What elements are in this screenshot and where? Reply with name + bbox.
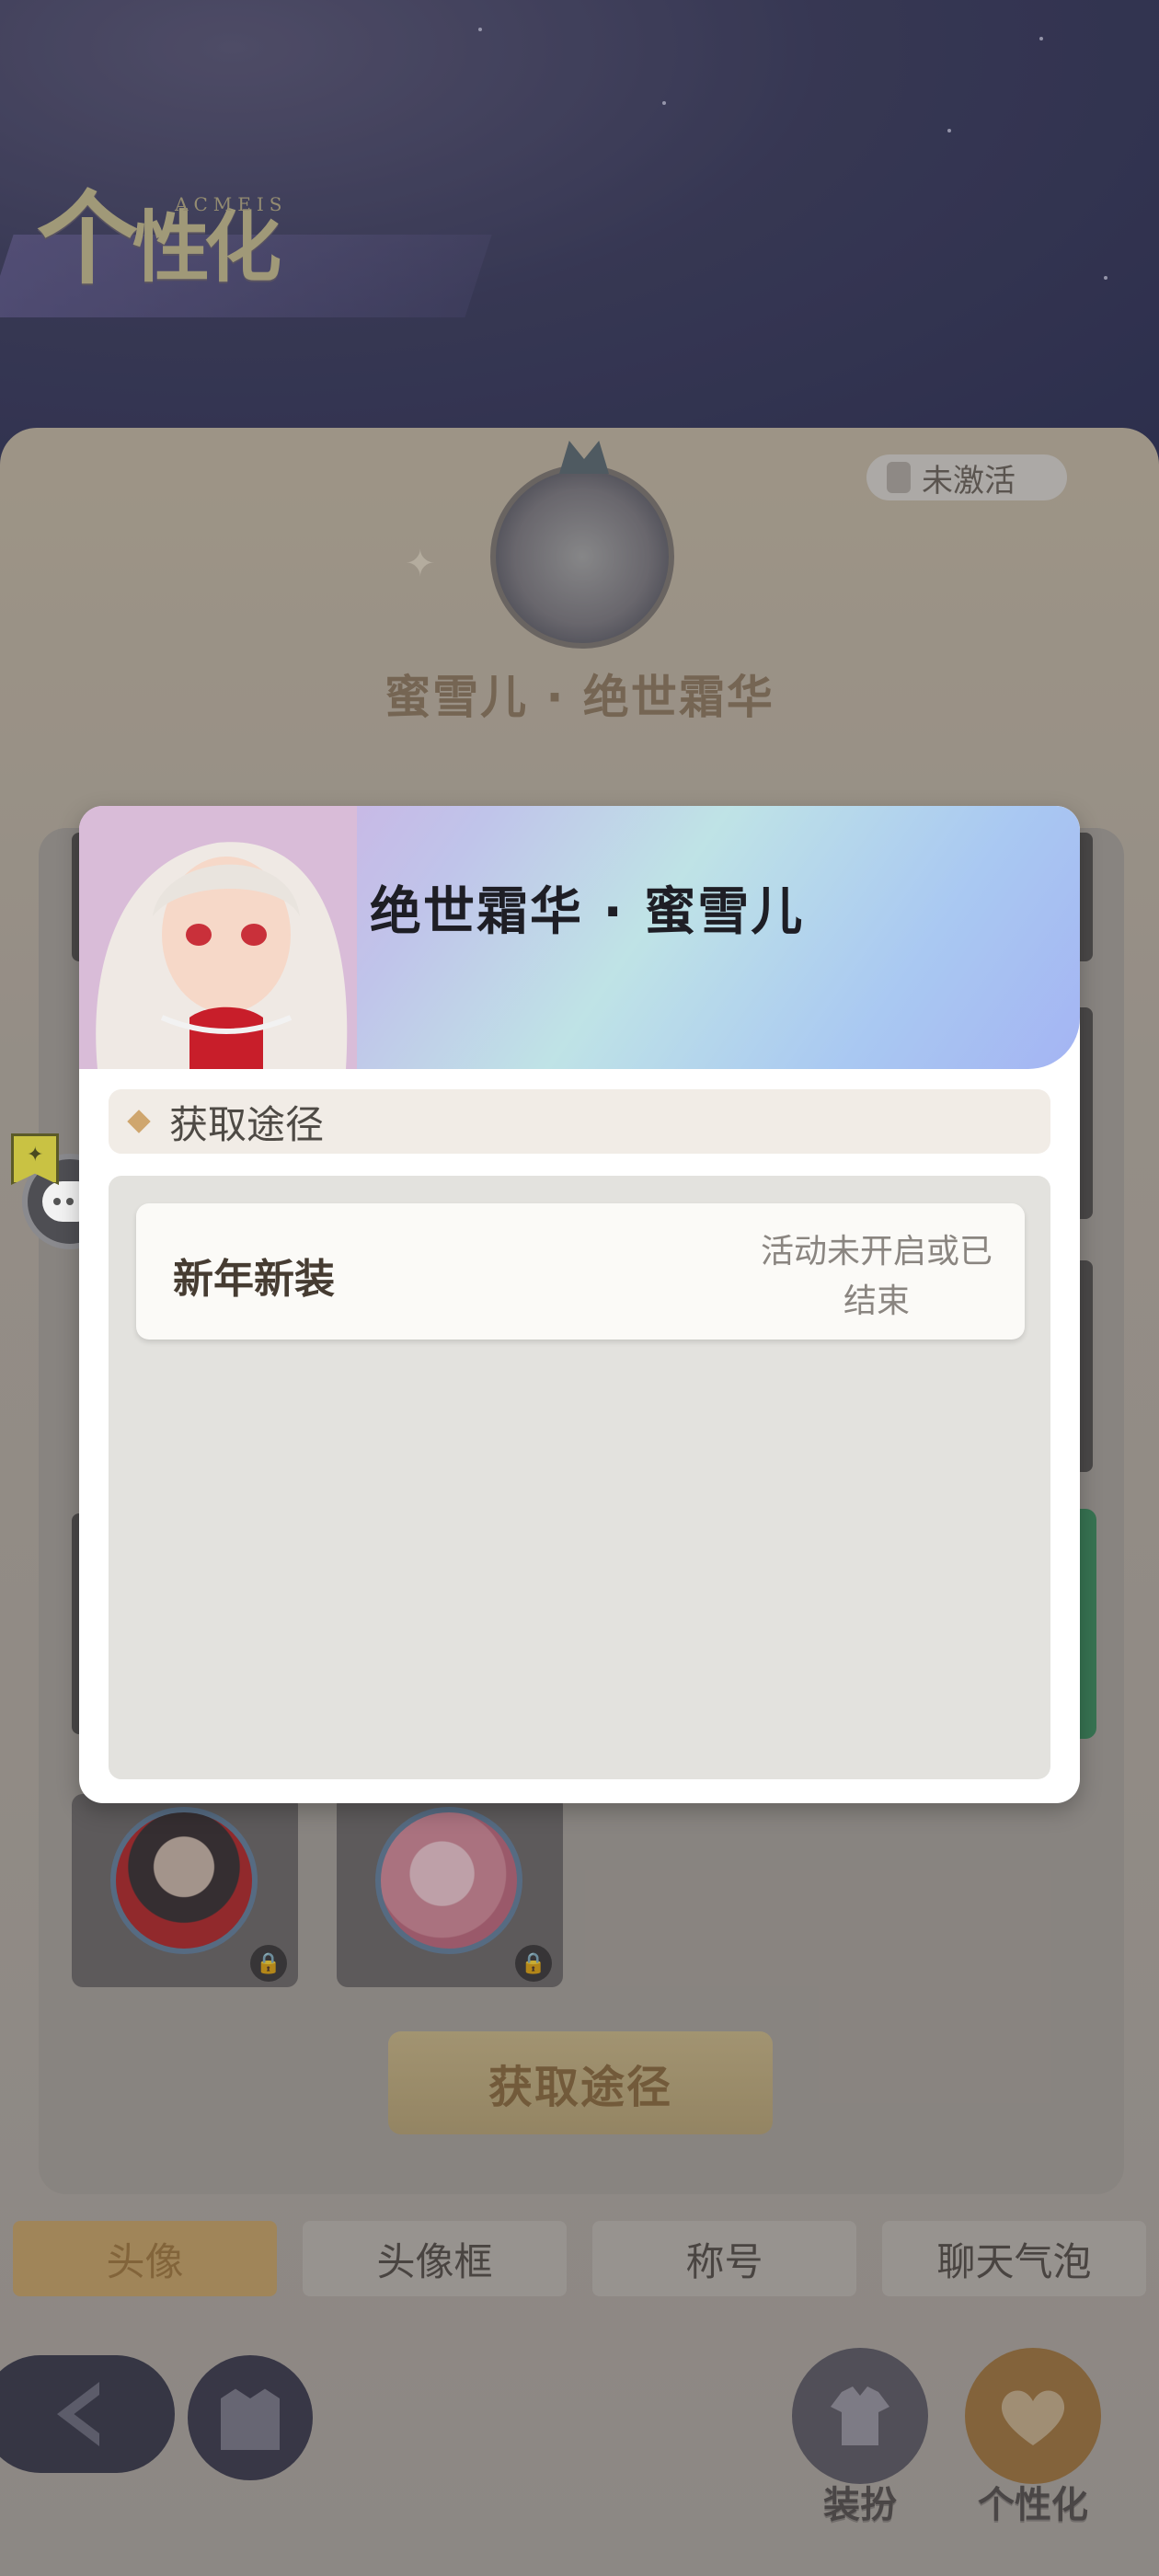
source-status-line: 结束 [843, 1282, 910, 1320]
source-item[interactable]: 新年新装 活动未开启或已 结束 [136, 1203, 1025, 1340]
modal-title: 绝世霜华 · 蜜雪儿 [370, 882, 805, 942]
acquire-modal: 绝世霜华 · 蜜雪儿 获取途径 新年新装 活动未开启或已 结束 [79, 806, 1080, 1803]
source-status: 活动未开启或已 结束 [743, 1227, 1010, 1327]
section-label: 获取途径 [169, 1101, 325, 1147]
source-list: 新年新装 活动未开启或已 结束 [109, 1176, 1050, 1779]
source-name: 新年新装 [173, 1256, 335, 1303]
diamond-bullet-icon [127, 1110, 151, 1133]
source-status-line: 活动未开启或已 [760, 1233, 993, 1271]
character-portrait [79, 806, 357, 1069]
section-header: 获取途径 [109, 1089, 1050, 1154]
